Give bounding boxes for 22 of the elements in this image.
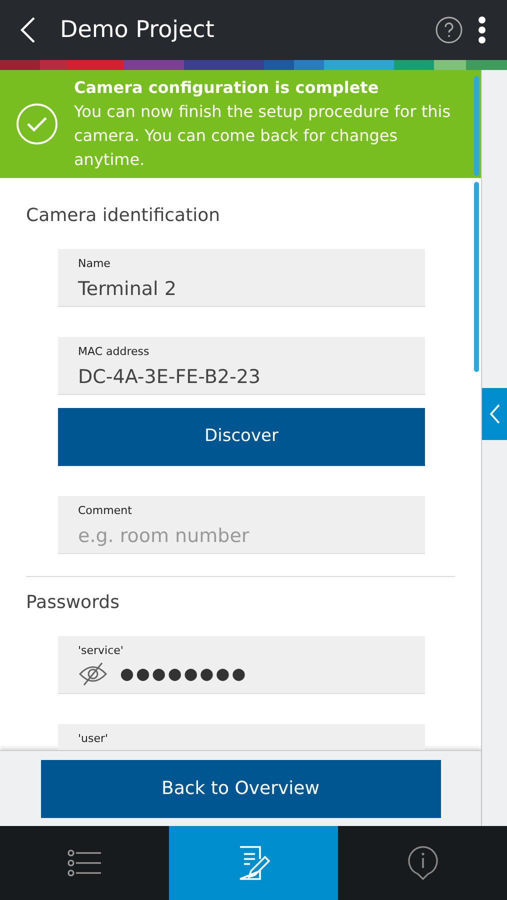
text-field[interactable]: MAC address DC-4A-3E-FE-B2-23 [58,337,425,395]
more-menu-icon[interactable] [477,16,487,44]
check-circle-icon [16,103,58,145]
edit-document-icon [238,845,270,881]
side-panel-toggle[interactable] [482,388,507,440]
chevron-left-icon [490,404,500,424]
banner-message: You can now finish the setup procedure for this camera. You can come back for changes anytime. [74,101,452,171]
text-field[interactable]: Comment e.g. room number [58,496,425,554]
banner-title: Camera configuration is complete [74,77,380,99]
list-icon [66,849,102,877]
app-title: Demo Project [60,16,216,45]
text-field[interactable]: Name Terminal 2 [58,249,425,307]
password-field[interactable]: 'service' ●●●●●●●● [58,636,425,694]
section-heading: Camera identification [26,204,222,228]
section-heading: Passwords [26,591,120,615]
discover-button[interactable]: Discover [58,408,425,466]
password-field[interactable]: 'user' [58,724,425,750]
info-icon [406,845,438,881]
eye-slash-icon[interactable] [78,662,108,686]
nav-tab[interactable] [169,826,338,900]
back-to-overview-button[interactable]: Back to Overview [40,760,440,818]
help-icon[interactable] [435,16,463,44]
